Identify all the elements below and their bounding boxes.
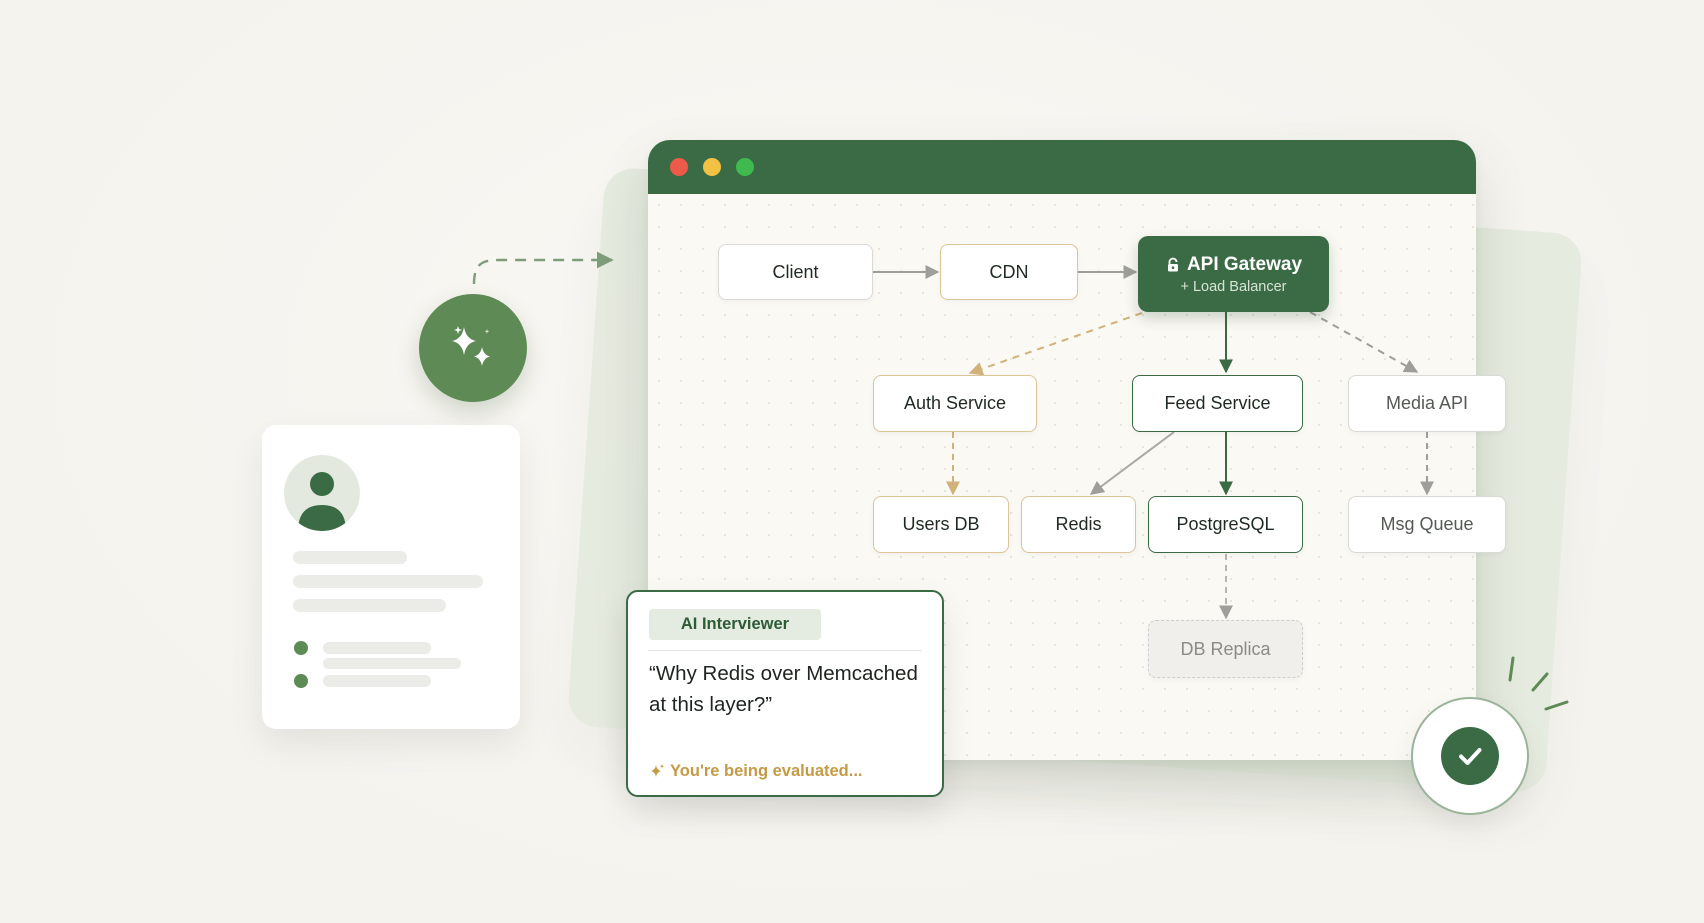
profile-skeleton-line-3 [293,599,446,612]
node-db-replica-label: DB Replica [1180,638,1271,659]
profile-skeleton-line-1 [293,551,407,564]
evaluation-status-text: You're being evaluated... [670,762,863,780]
sparkle-icon [452,326,490,366]
node-client-label: Client [772,261,819,282]
close-window-button[interactable] [670,158,688,176]
maximize-window-button[interactable] [736,158,754,176]
node-media-api-label: Media API [1385,393,1469,413]
browser-title-bar [648,140,1476,194]
node-client[interactable]: Client [718,244,873,300]
profile-skeleton-line-6 [323,675,431,687]
node-api-gateway-subtitle: + Load Balancer [1180,278,1287,295]
node-cdn-label: CDN [989,261,1029,282]
illustration-stage: Client CDN API Gateway + Load Balancer A… [0,0,1704,923]
ai-card-divider [648,650,922,651]
node-msg-queue-label: Msg Queue [1380,514,1474,534]
profile-skeleton-line-5 [323,658,461,669]
node-feed-service[interactable]: Feed Service [1132,375,1303,432]
ai-sparkle-badge[interactable] [419,294,527,402]
profile-skeleton-line-2 [293,575,483,588]
node-api-gateway[interactable]: API Gateway + Load Balancer [1138,236,1329,312]
ai-interviewer-card: AI Interviewer “Why Redis over Memcached… [626,590,944,797]
node-redis-label: Redis [1055,514,1102,534]
node-users-db-label: Users DB [902,514,980,534]
success-check-badge [1411,697,1529,815]
node-api-gateway-title-row: API Gateway [1165,254,1302,276]
node-users-db[interactable]: Users DB [873,496,1009,553]
node-media-api[interactable]: Media API [1348,375,1506,432]
node-postgresql[interactable]: PostgreSQL [1148,496,1303,553]
ai-interviewer-question: “Why Redis over Memcached at this layer?… [649,662,918,716]
profile-bullet-2 [294,674,308,688]
profile-bullet-1 [294,641,308,655]
candidate-profile-card [262,425,520,729]
user-avatar-icon [284,455,360,531]
node-api-gateway-title: API Gateway [1186,253,1303,275]
node-auth-service-label: Auth Service [903,393,1007,413]
node-feed-service-label: Feed Service [1164,393,1271,413]
node-postgresql-label: PostgreSQL [1176,514,1275,534]
profile-skeleton-line-4 [323,642,431,654]
node-redis[interactable]: Redis [1021,496,1136,553]
edge-ai-to-diagram [472,251,614,285]
minimize-window-button[interactable] [703,158,721,176]
node-msg-queue[interactable]: Msg Queue [1348,496,1506,553]
evaluation-status: You're being evaluated... [649,762,863,781]
node-cdn[interactable]: CDN [940,244,1078,300]
node-db-replica[interactable]: DB Replica [1148,620,1303,678]
sparkle-icon [651,764,665,777]
node-auth-service[interactable]: Auth Service [873,375,1037,432]
check-icon [1441,727,1499,785]
lock-icon [1165,257,1181,273]
ai-interviewer-badge: AI Interviewer [649,609,821,640]
